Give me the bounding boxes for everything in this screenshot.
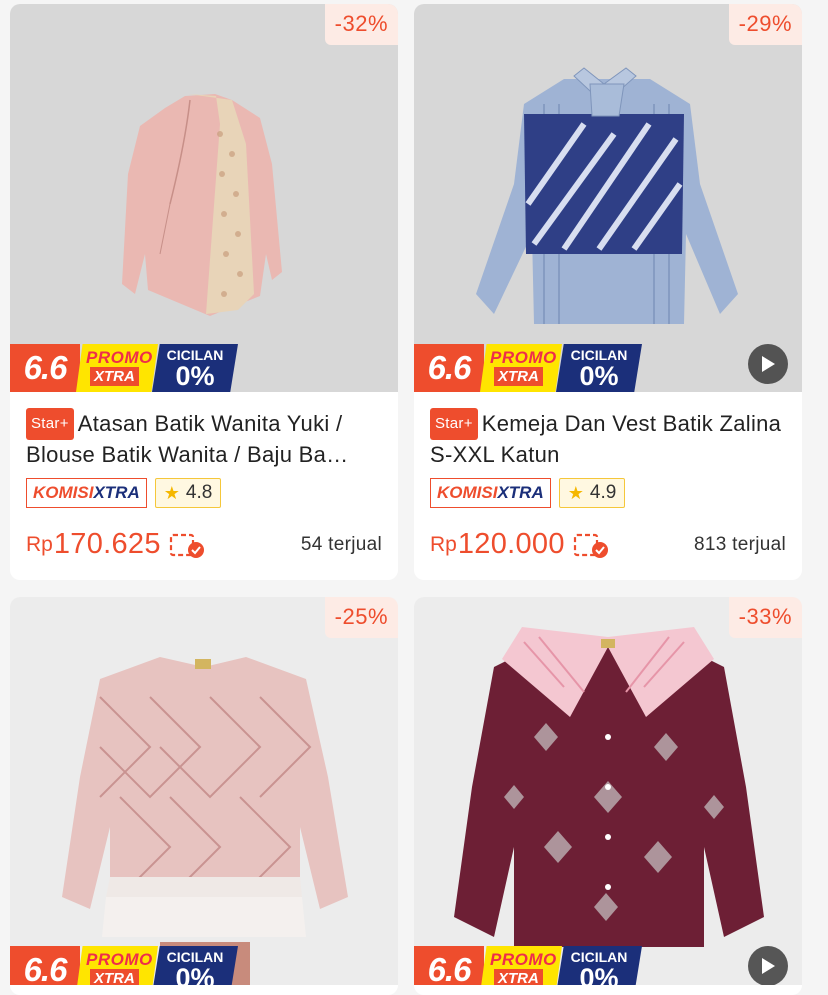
promo-banner: 6.6 PROMO XTRA CICILAN 0%: [10, 946, 238, 985]
kemeja-vest-illustration: [476, 67, 738, 324]
sale-66-label: 6.6: [10, 946, 80, 985]
promo-xtra-label: PROMO XTRA: [76, 344, 158, 392]
product-title[interactable]: Star+ Kemeja Dan Vest Batik Zalina S-XXL …: [430, 408, 786, 468]
komisi-xtra-badge: KOMISIXTRA: [430, 478, 551, 508]
sale-66-label: 6.6: [10, 344, 80, 392]
discount-badge: -32%: [324, 4, 398, 45]
komisi-xtra-badge: KOMISIXTRA: [26, 478, 147, 508]
star-plus-badge: Star+: [26, 408, 74, 440]
promo-banner: 6.6 PROMO XTRA CICILAN 0%: [414, 344, 642, 392]
star-icon: ★: [163, 483, 180, 503]
product-card[interactable]: -33% 6.6 PROMO XTRA CICILAN 0%: [414, 597, 802, 995]
sold-count: 813 terjual: [693, 533, 786, 555]
promo-banner: 6.6 PROMO XTRA CICILAN 0%: [414, 946, 642, 985]
product-image[interactable]: -29% 6.6 PROMO XTRA CICILAN 0%: [414, 4, 802, 392]
promo-banner: 6.6 PROMO XTRA CICILAN 0%: [10, 344, 238, 392]
cicilan-label: CICILAN 0%: [556, 344, 642, 392]
play-video-icon[interactable]: [748, 946, 788, 985]
product-card[interactable]: -29% 6.6 PROMO XTRA CICILAN 0% Star+ Kemeja…: [414, 4, 802, 580]
cicilan-label: CICILAN 0%: [556, 946, 642, 985]
rating-badge: ★ 4.8: [154, 478, 222, 508]
blouse-pink-batik-illustration: [62, 657, 348, 985]
star-plus-badge: Star+: [430, 408, 478, 440]
sale-66-label: 6.6: [414, 344, 484, 392]
kemeja-maroon-illustration: [454, 627, 764, 947]
product-card[interactable]: -32% 6.6 PROMO XTRA CICILAN 0% Star+ Atasan…: [10, 4, 398, 580]
product-card[interactable]: -25% 6.6 PROMO XTRA CICILAN 0%: [10, 597, 398, 995]
star-icon: ★: [567, 483, 584, 503]
blouse-pink-illustration: [122, 94, 282, 316]
promo-xtra-label: PROMO XTRA: [480, 946, 562, 985]
product-title[interactable]: Star+ Atasan Batik Wanita Yuki / Blouse B…: [26, 408, 382, 468]
cicilan-label: CICILAN 0%: [152, 344, 238, 392]
rating-badge: ★ 4.9: [558, 478, 626, 508]
discount-badge: -33%: [728, 597, 802, 638]
promo-xtra-label: PROMO XTRA: [76, 946, 158, 985]
product-image[interactable]: -32% 6.6 PROMO XTRA CICILAN 0%: [10, 4, 398, 392]
product-price: 120.000: [457, 528, 565, 560]
product-image[interactable]: -25% 6.6 PROMO XTRA CICILAN 0%: [10, 597, 398, 985]
cod-check-icon: [573, 532, 611, 558]
currency-label: Rp: [26, 532, 53, 556]
play-video-icon[interactable]: [748, 344, 788, 384]
promo-xtra-label: PROMO XTRA: [480, 344, 562, 392]
currency-label: Rp: [430, 532, 457, 556]
cod-check-icon: [169, 532, 207, 558]
product-image[interactable]: -33% 6.6 PROMO XTRA CICILAN 0%: [414, 597, 802, 985]
sale-66-label: 6.6: [414, 946, 484, 985]
discount-badge: -29%: [728, 4, 802, 45]
product-price: 170.625: [53, 528, 161, 560]
cicilan-label: CICILAN 0%: [152, 946, 238, 985]
discount-badge: -25%: [324, 597, 398, 638]
sold-count: 54 terjual: [300, 533, 382, 555]
